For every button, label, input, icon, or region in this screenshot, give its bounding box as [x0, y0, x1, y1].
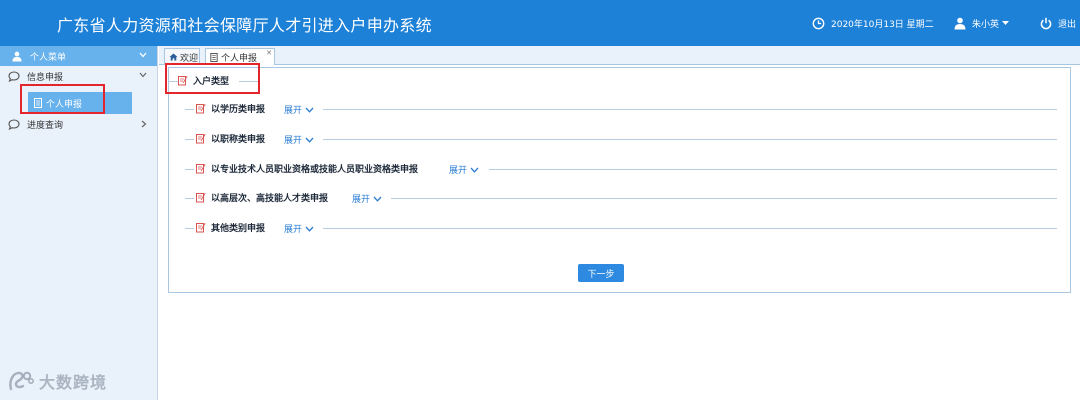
edit-form-icon: [196, 103, 206, 114]
category-label: 以学历类申报: [211, 105, 266, 115]
clock-icon: [812, 17, 825, 29]
section-divider: [489, 169, 1057, 170]
sidebar: 个人菜单 信息申报 进度查询 个人申报: [0, 46, 158, 400]
section-divider: [391, 198, 1057, 199]
power-icon: [1040, 17, 1052, 29]
category-label: 以高层次、高技能人才类申报: [211, 194, 329, 204]
date-display: 2020年10月13日 星期二: [812, 0, 934, 46]
document-icon: [34, 98, 42, 108]
app-title: 广东省人力资源和社会保障厅人才引进入户申办系统: [57, 16, 432, 35]
user-name: 朱小英: [972, 19, 1000, 30]
sidebar-item-progress[interactable]: 进度查询: [0, 114, 157, 134]
user-menu[interactable]: 朱小英: [954, 0, 1010, 46]
watermark-text: 大数跨境: [39, 373, 108, 392]
section-title-label: 入户类型: [193, 77, 230, 87]
expand-label: 展开: [284, 106, 303, 116]
section-divider: [239, 81, 259, 82]
category-other: 其他类别申报: [196, 221, 265, 234]
category-high-level-talent: 以高层次、高技能人才类申报: [196, 191, 328, 204]
chevron-right-icon: [141, 120, 147, 128]
edit-form-icon: [196, 192, 206, 203]
section-divider: [323, 139, 1057, 140]
category-title: 以职称类申报: [196, 132, 265, 145]
tree-connector: [169, 81, 178, 82]
sidebar-sub-item-label: 个人申报: [46, 99, 83, 110]
tab-welcome[interactable]: 欢迎: [164, 48, 200, 65]
category-education: 以学历类申报: [196, 102, 265, 115]
chevron-down-icon: [139, 52, 147, 58]
home-icon: [169, 53, 178, 61]
expand-toggle-high-level-talent[interactable]: 展开: [352, 192, 382, 205]
chevron-down-icon: [470, 167, 479, 173]
user-icon: [12, 51, 22, 61]
tab-label: 个人申报: [221, 53, 258, 64]
sidebar-item-label: 进度查询: [27, 120, 64, 131]
category-label: 以职称类申报: [211, 135, 266, 145]
chevron-down-icon: [305, 137, 314, 143]
logout-label: 退出: [1058, 19, 1077, 30]
expand-toggle-title[interactable]: 展开: [284, 133, 314, 146]
caret-down-icon: [1002, 20, 1010, 25]
chat-bubble-icon: [8, 70, 20, 82]
expand-toggle-education[interactable]: 展开: [284, 103, 314, 116]
tree-connector: [185, 109, 194, 110]
edit-form-icon: [178, 75, 188, 86]
edit-form-icon: [196, 163, 206, 174]
sidebar-item-info-report[interactable]: 信息申报: [0, 66, 157, 86]
date-text: 2020年10月13日 星期二: [831, 19, 934, 30]
expand-label: 展开: [284, 225, 303, 235]
document-icon: [210, 52, 218, 62]
chevron-down-icon: [305, 107, 314, 113]
section-divider: [323, 109, 1057, 110]
edit-form-icon: [196, 133, 206, 144]
chevron-down-icon: [139, 72, 147, 78]
application-form-panel: 入户类型 以学历类申报 展开 以职称类申报 展开 以专业技术人员职业资格或技能人…: [165, 63, 1071, 293]
expand-label: 展开: [284, 136, 303, 146]
tab-bar: 欢迎 个人申报 ✕: [159, 46, 1080, 65]
tree-connector: [185, 139, 194, 140]
tree-connector: [185, 169, 194, 170]
expand-toggle-qualification[interactable]: 展开: [449, 163, 479, 176]
logout-button[interactable]: 退出: [1040, 0, 1076, 46]
sidebar-item-label: 信息申报: [27, 72, 64, 83]
app-root: 广东省人力资源和社会保障厅人才引进入户申办系统 2020年10月13日 星期二 …: [0, 0, 1080, 400]
sidebar-header-label: 个人菜单: [30, 52, 67, 63]
category-label: 其他类别申报: [211, 224, 266, 234]
top-header: 广东省人力资源和社会保障厅人才引进入户申办系统 2020年10月13日 星期二 …: [0, 0, 1080, 46]
expand-toggle-other[interactable]: 展开: [284, 222, 314, 235]
brand-logo-icon: [9, 371, 34, 391]
section-divider: [323, 228, 1057, 229]
expand-label: 展开: [352, 195, 371, 205]
chevron-down-icon: [373, 196, 382, 202]
section-title: 入户类型: [178, 74, 229, 87]
sidebar-item-personal-report[interactable]: 个人申报: [28, 92, 132, 114]
watermark: 大数跨境: [8, 369, 107, 393]
sidebar-header[interactable]: 个人菜单: [0, 46, 157, 66]
user-icon: [954, 17, 966, 29]
chevron-down-icon: [305, 226, 314, 232]
chat-bubble-icon: [8, 118, 20, 130]
tree-connector: [185, 228, 194, 229]
tree-connector: [185, 198, 194, 199]
edit-form-icon: [196, 222, 206, 233]
tab-personal-report[interactable]: 个人申报 ✕: [205, 48, 275, 65]
category-label: 以专业技术人员职业资格或技能人员职业资格类申报: [211, 165, 419, 175]
category-qualification: 以专业技术人员职业资格或技能人员职业资格类申报: [196, 162, 418, 175]
tab-label: 欢迎: [180, 53, 199, 64]
close-icon[interactable]: ✕: [266, 49, 272, 57]
expand-label: 展开: [449, 166, 468, 176]
next-step-button[interactable]: 下一步: [578, 264, 624, 282]
